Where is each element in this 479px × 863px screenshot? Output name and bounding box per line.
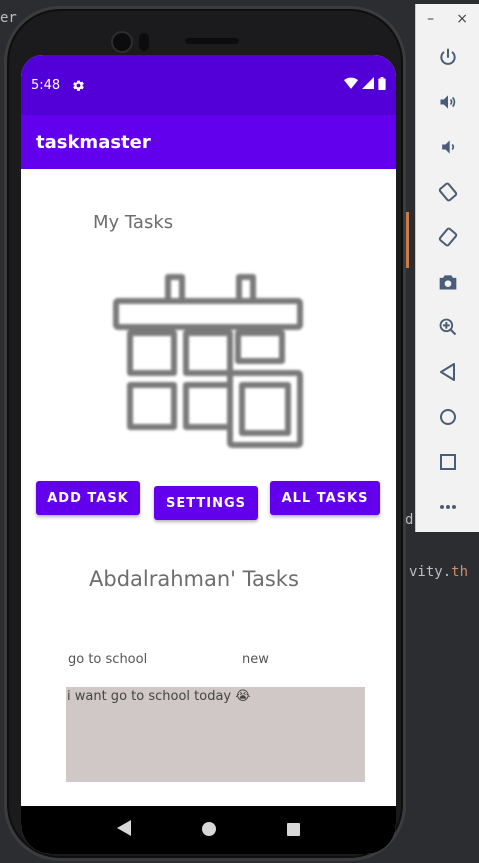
- app-title: taskmaster: [36, 131, 151, 153]
- settings-button[interactable]: SETTINGS: [154, 486, 258, 520]
- overview-icon[interactable]: [416, 439, 479, 484]
- more-icon[interactable]: [416, 484, 479, 529]
- device-screen: 5:48 taskmaster My Tasks ADD TASK SETTIN…: [21, 55, 396, 854]
- earpiece-speaker: [185, 38, 239, 44]
- nav-home-icon[interactable]: [201, 821, 216, 840]
- ide-code-keyword: th: [451, 564, 469, 580]
- home-icon[interactable]: [416, 394, 479, 439]
- signal-icon: [362, 77, 374, 93]
- camera-icon[interactable]: [416, 259, 479, 304]
- camera-sensor: [139, 33, 149, 51]
- status-time: 5:48: [31, 77, 61, 93]
- task-body[interactable]: i want go to school today 😭: [66, 687, 365, 782]
- volume-up-icon[interactable]: [416, 79, 479, 124]
- emulator-toolbar: – ×: [415, 4, 479, 532]
- calendar-icon: [113, 274, 303, 448]
- status-bar: 5:48: [21, 55, 396, 115]
- power-icon[interactable]: [416, 34, 479, 79]
- gear-icon: [72, 79, 85, 92]
- user-tasks-heading: Abdalrahman' Tasks: [89, 567, 299, 591]
- add-task-button[interactable]: ADD TASK: [36, 481, 140, 515]
- rotate-left-icon[interactable]: [416, 169, 479, 214]
- task-state: new: [242, 652, 269, 667]
- system-nav-bar: [21, 806, 396, 854]
- minimize-button[interactable]: –: [427, 11, 434, 27]
- wifi-icon: [344, 77, 358, 93]
- all-tasks-button[interactable]: ALL TASKS: [270, 481, 380, 515]
- ide-code-text: vity.: [409, 564, 452, 580]
- device-frame: 5:48 taskmaster My Tasks ADD TASK SETTIN…: [4, 6, 406, 861]
- ide-code-fragment-vity: vity.th: [409, 564, 468, 580]
- close-button[interactable]: ×: [456, 11, 468, 27]
- page-title: My Tasks: [93, 212, 174, 233]
- back-icon[interactable]: [416, 349, 479, 394]
- nav-recents-icon[interactable]: [287, 821, 301, 840]
- nav-back-icon[interactable]: [116, 820, 131, 840]
- zoom-icon[interactable]: [416, 304, 479, 349]
- task-title[interactable]: go to school: [68, 652, 147, 667]
- ide-code-fragment-d: d: [405, 512, 414, 528]
- ide-code-fragment: er: [0, 10, 17, 26]
- app-bar: taskmaster: [21, 115, 396, 169]
- toolbar-window-controls: – ×: [416, 4, 479, 34]
- rotate-right-icon[interactable]: [416, 214, 479, 259]
- volume-down-icon[interactable]: [416, 124, 479, 169]
- battery-icon: [378, 76, 386, 94]
- status-icons: [344, 76, 386, 94]
- front-camera: [111, 31, 133, 53]
- main-content: My Tasks ADD TASK SETTINGS ALL TASKS Abd…: [21, 169, 396, 809]
